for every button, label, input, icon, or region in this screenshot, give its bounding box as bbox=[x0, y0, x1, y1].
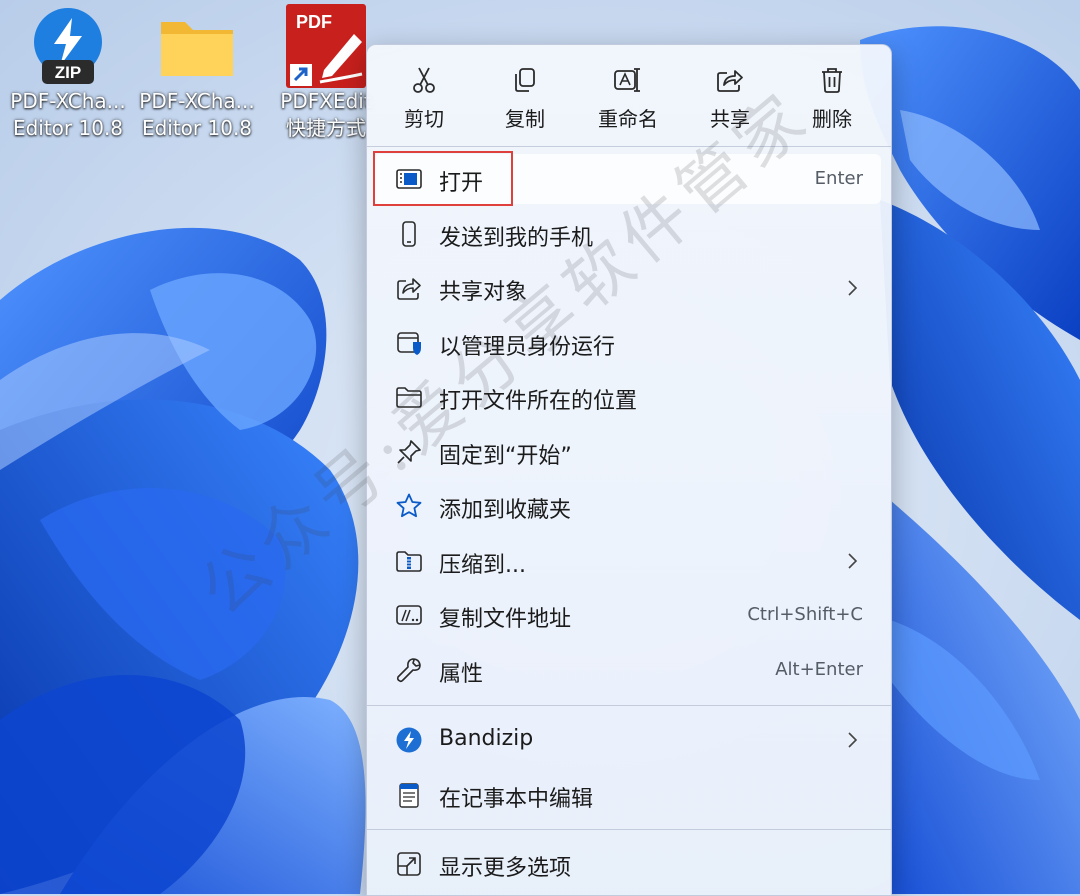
menu-item-share-with[interactable]: 共享对象 bbox=[373, 263, 881, 313]
rename-icon bbox=[614, 68, 640, 92]
quick-action-share[interactable]: 共享 bbox=[685, 59, 775, 139]
menu-item-compress-to[interactable]: 压缩到... bbox=[373, 536, 881, 586]
menu-item-label: 发送到我的手机 bbox=[439, 226, 594, 251]
context-menu: 剪切 复制 重命名 共享 删除 打开 Enter 发送到我的手机 共享对象 以管… bbox=[366, 44, 892, 896]
menu-item-label: 显示更多选项 bbox=[439, 856, 572, 881]
quick-action-cut[interactable]: 剪切 bbox=[379, 59, 469, 139]
menu-item-properties[interactable]: 属性 Alt+Enter bbox=[373, 645, 881, 695]
phone-icon bbox=[402, 221, 416, 247]
pdf-xchange-shortcut-icon: PDF bbox=[284, 4, 368, 88]
menu-item-label: 在记事本中编辑 bbox=[439, 787, 594, 812]
quick-action-label: 剪切 bbox=[404, 107, 444, 131]
menu-divider bbox=[367, 705, 891, 706]
zip-folder-icon bbox=[396, 551, 422, 572]
trash-icon bbox=[822, 68, 842, 93]
notepad-icon bbox=[399, 783, 419, 808]
quick-action-rename[interactable]: 重命名 bbox=[583, 59, 673, 139]
menu-item-pin-to-start[interactable]: 固定到“开始” bbox=[373, 427, 881, 477]
pin-icon bbox=[397, 440, 421, 464]
share-icon bbox=[397, 278, 421, 300]
menu-item-label: 共享对象 bbox=[439, 280, 528, 305]
menu-item-label: 添加到收藏夹 bbox=[439, 498, 572, 523]
pdf-badge-text: PDF bbox=[296, 12, 332, 32]
menu-item-add-to-favorites[interactable]: 添加到收藏夹 bbox=[373, 481, 881, 531]
menu-item-label: 属性 bbox=[439, 662, 484, 687]
zip-badge-text: ZIP bbox=[55, 63, 81, 82]
menu-item-shortcut: Ctrl+Shift+C bbox=[747, 604, 863, 625]
menu-item-open-file-location[interactable]: 打开文件所在的位置 bbox=[373, 372, 881, 422]
menu-item-edit-in-notepad[interactable]: 在记事本中编辑 bbox=[373, 770, 881, 820]
menu-item-label: 复制文件地址 bbox=[439, 607, 572, 632]
more-options-icon bbox=[397, 852, 421, 876]
share-icon bbox=[717, 70, 743, 92]
menu-item-copy-as-path[interactable]: 复制文件地址 Ctrl+Shift+C bbox=[373, 590, 881, 640]
menu-item-label: 压缩到... bbox=[439, 553, 526, 578]
quick-action-delete[interactable]: 删除 bbox=[787, 59, 877, 139]
chevron-right-icon bbox=[848, 280, 858, 296]
quick-action-label: 共享 bbox=[710, 107, 750, 131]
menu-item-show-more-options[interactable]: 显示更多选项 bbox=[373, 839, 881, 889]
shield-icon bbox=[397, 332, 421, 355]
menu-item-shortcut: Enter bbox=[814, 168, 863, 189]
desktop-icon-folder[interactable]: PDF-XCha... Editor 10.8 bbox=[133, 4, 261, 142]
menu-item-label: 固定到“开始” bbox=[439, 444, 572, 469]
menu-item-shortcut: Alt+Enter bbox=[775, 659, 863, 680]
menu-item-label: 以管理员身份运行 bbox=[439, 335, 616, 360]
desktop-icon-bandizip-archive[interactable]: ZIP PDF-XCha... Editor 10.8 bbox=[4, 4, 132, 142]
menu-item-label: 打开文件所在的位置 bbox=[439, 389, 638, 414]
scissors-icon bbox=[413, 67, 435, 93]
menu-item-bandizip[interactable]: Bandizip bbox=[373, 715, 881, 765]
menu-item-send-to-phone[interactable]: 发送到我的手机 bbox=[373, 209, 881, 259]
chevron-right-icon bbox=[848, 732, 858, 748]
bandizip-zip-icon: ZIP bbox=[26, 4, 110, 88]
copy-path-icon bbox=[396, 605, 422, 625]
desktop-icon-label: PDF-XCha... Editor 10.8 bbox=[10, 89, 126, 140]
wrench-icon bbox=[396, 658, 421, 683]
folder-icon bbox=[155, 4, 239, 88]
bandizip-icon bbox=[396, 727, 422, 753]
open-app-icon bbox=[396, 169, 422, 189]
menu-item-label: Bandizip bbox=[439, 726, 534, 751]
quick-action-label: 复制 bbox=[505, 107, 545, 131]
quick-action-label: 重命名 bbox=[598, 107, 658, 131]
star-icon bbox=[396, 493, 422, 518]
quick-action-label: 删除 bbox=[812, 107, 852, 131]
menu-item-run-as-admin[interactable]: 以管理员身份运行 bbox=[373, 318, 881, 368]
menu-item-open[interactable]: 打开 Enter bbox=[373, 154, 881, 204]
desktop-icon-label: PDF-XCha... Editor 10.8 bbox=[139, 89, 255, 140]
menu-item-label: 打开 bbox=[439, 171, 484, 196]
copy-icon bbox=[515, 68, 535, 92]
folder-icon bbox=[396, 387, 422, 408]
menu-divider bbox=[367, 146, 891, 147]
menu-divider bbox=[367, 829, 891, 830]
quick-action-copy[interactable]: 复制 bbox=[480, 59, 570, 139]
chevron-right-icon bbox=[848, 553, 858, 569]
